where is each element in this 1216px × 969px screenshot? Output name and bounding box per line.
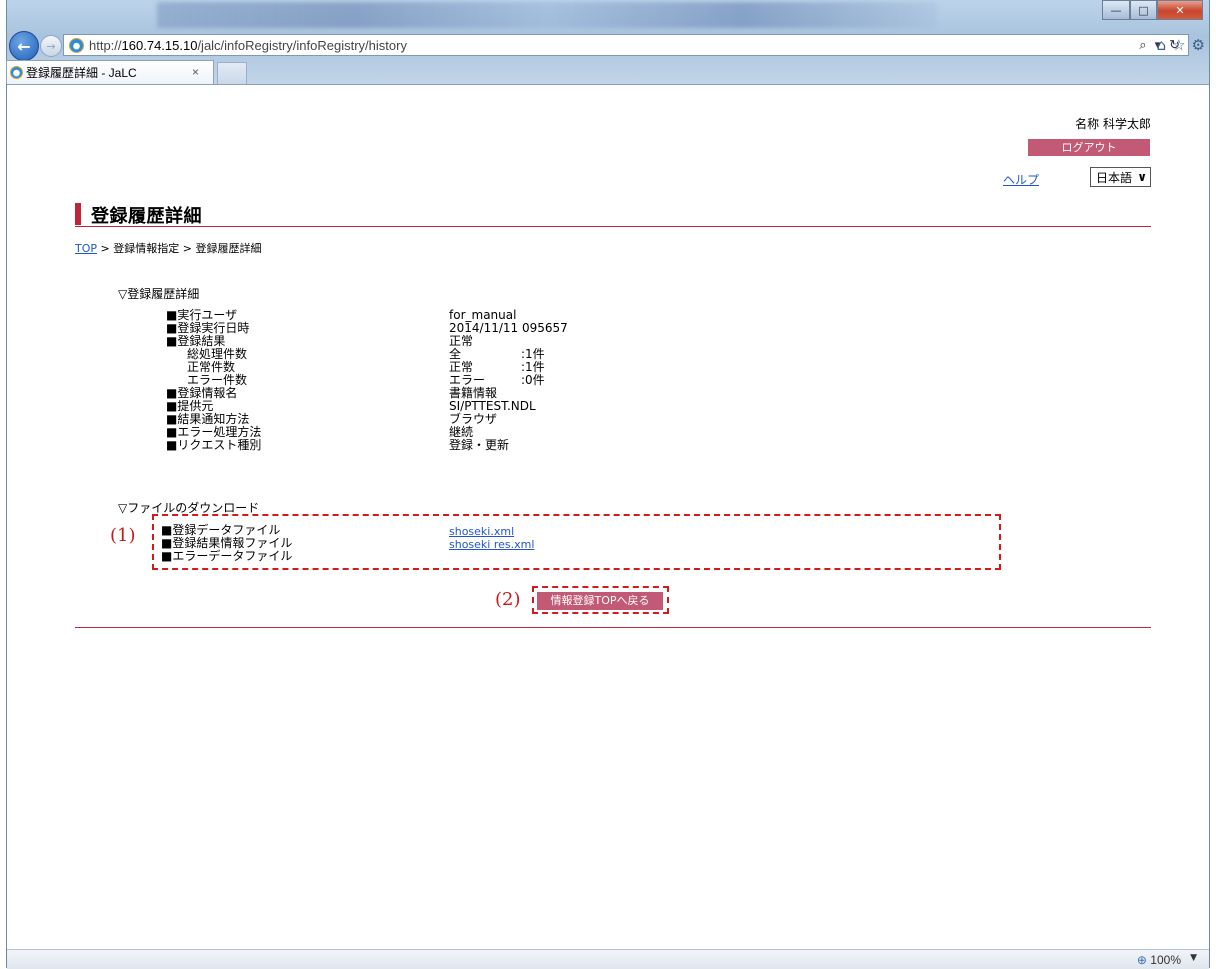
url-path: /jalc/infoRegistry/infoRegistry/history [197, 37, 407, 53]
breadcrumb-top-link[interactable]: TOP [75, 242, 97, 255]
back-arrow-icon: ← [17, 36, 31, 56]
zoom-control[interactable]: ⊕ 100% [1137, 953, 1181, 967]
language-select[interactable]: 日本語 ∨ [1090, 167, 1151, 187]
detail-heading: ▽登録履歴詳細 [118, 287, 200, 301]
zoom-level: 100% [1150, 953, 1181, 967]
callout-1: (1) [110, 525, 136, 546]
browser-window: — □ ✕ ← → http://160.74.15.10/jalc/infoR… [6, 0, 1210, 969]
tab-title: 登録履歴詳細 - JaLC [26, 66, 137, 80]
download-link[interactable]: shoseki.xml [449, 525, 514, 538]
title-divider [75, 226, 1151, 227]
user-name: 名称 科学太郎 [1075, 117, 1151, 131]
breadcrumb: TOP > 登録情報指定 > 登録履歴詳細 [75, 240, 261, 256]
close-window-button[interactable]: ✕ [1157, 0, 1203, 20]
breadcrumb-current: 登録履歴詳細 [195, 242, 262, 255]
browser-chrome: — □ ✕ ← → http://160.74.15.10/jalc/infoR… [6, 0, 1209, 84]
help-link[interactable]: ヘルプ [1003, 171, 1039, 188]
bottom-divider [75, 627, 1151, 628]
ie-page-icon [69, 37, 84, 53]
home-icon[interactable]: ⌂ [1157, 36, 1167, 54]
page-content: 名称 科学太郎 ログアウト ヘルプ 日本語 ∨ 登録履歴詳細 TOP > 登録情… [7, 85, 1209, 949]
back-to-top-button[interactable]: 情報登録TOPへ戻る [537, 592, 663, 610]
window-controls: — □ ✕ [1102, 0, 1203, 20]
search-icon[interactable]: ⌕ [1139, 37, 1146, 53]
breadcrumb-sep: > [179, 242, 196, 255]
maximize-button[interactable]: □ [1130, 0, 1157, 20]
url-prefix: http:// [89, 37, 122, 53]
status-bar: ⊕ 100% ▼ [7, 949, 1209, 969]
browser-toolbar: ⌂ ☆ ⚙ [1157, 36, 1205, 54]
tab-active[interactable]: 登録履歴詳細 - JaLC × [6, 60, 214, 84]
language-value: 日本語 [1096, 170, 1133, 185]
download-label: ■エラーデータファイル [161, 549, 293, 563]
new-tab-button[interactable] [217, 62, 247, 84]
title-accent-bar [75, 203, 81, 225]
url-host: 160.74.15.10 [121, 37, 198, 53]
favorites-icon[interactable]: ☆ [1172, 36, 1185, 54]
chevron-down-icon: ∨ [1137, 170, 1147, 184]
ie-tab-icon [10, 66, 23, 79]
zoom-icon: ⊕ [1136, 953, 1147, 967]
address-bar[interactable]: http://160.74.15.10/jalc/infoRegistry/in… [63, 34, 1189, 56]
breadcrumb-item: 登録情報指定 [113, 242, 180, 255]
title-bar-blur [157, 2, 937, 28]
minimize-button[interactable]: — [1102, 0, 1130, 20]
tab-close-icon[interactable]: × [192, 65, 199, 79]
detail-label: ■リクエスト種別 [166, 438, 262, 452]
tools-gear-icon[interactable]: ⚙ [1192, 36, 1205, 54]
detail-count: :0件 [521, 373, 545, 387]
forward-arrow-icon: → [46, 39, 56, 53]
forward-button[interactable]: → [40, 35, 62, 57]
callout-2: (2) [495, 589, 521, 610]
breadcrumb-sep: > [97, 242, 114, 255]
zoom-dropdown-icon[interactable]: ▼ [1190, 953, 1197, 963]
back-button[interactable]: ← [9, 31, 39, 61]
tab-row: 登録履歴詳細 - JaLC × [6, 60, 1209, 84]
page-title: 登録履歴詳細 [91, 206, 202, 227]
logout-button[interactable]: ログアウト [1028, 139, 1150, 156]
detail-value: 登録・更新 [449, 438, 510, 452]
download-link[interactable]: shoseki res.xml [449, 538, 534, 551]
